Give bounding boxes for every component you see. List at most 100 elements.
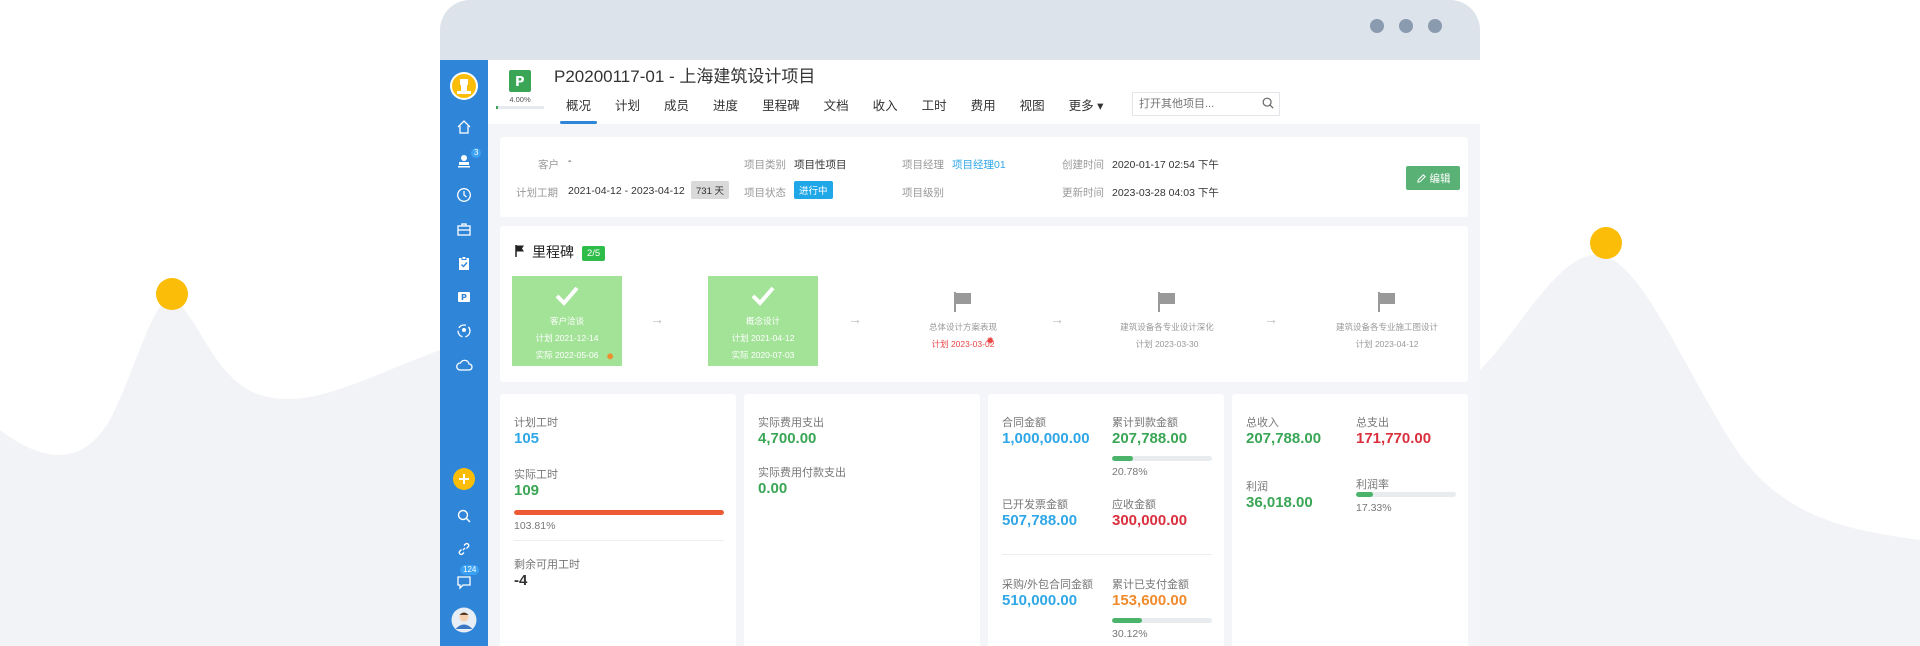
tasks-badge: 3 bbox=[471, 148, 482, 158]
sidebar-home[interactable] bbox=[440, 112, 488, 142]
milestone-item[interactable]: 建筑设备各专业设计深化 计划 2023-03-30 bbox=[1112, 276, 1222, 366]
logo-icon bbox=[450, 72, 478, 100]
purchase-label: 采购/外包合同金额 bbox=[1002, 579, 1094, 591]
contract-amount-label: 合同金额 bbox=[1002, 417, 1046, 429]
receivable-label: 应收金额 bbox=[1112, 499, 1156, 511]
decor-dot-right bbox=[1590, 227, 1622, 259]
updated-label: 更新时间 bbox=[1062, 187, 1104, 199]
edit-button[interactable]: 编辑 bbox=[1406, 166, 1460, 190]
team-cycle-icon bbox=[457, 324, 471, 338]
expense-total-label: 总支出 bbox=[1356, 417, 1389, 429]
messages-badge: 124 bbox=[460, 565, 480, 575]
milestone-item[interactable]: 建筑设备各专业施工图设计 计划 2023-04-12 bbox=[1332, 276, 1442, 366]
plan-period-label: 计划工期 bbox=[516, 187, 558, 199]
sidebar-team[interactable] bbox=[440, 316, 488, 346]
sidebar-cloud[interactable] bbox=[440, 350, 488, 380]
milestone-name: 概念设计 bbox=[745, 316, 780, 326]
milestone-plan: 计划 2023-04-12 bbox=[1355, 339, 1419, 349]
updated-value: 2023-03-28 04:03 下午 bbox=[1112, 187, 1219, 199]
customer-label: 客户 bbox=[538, 159, 559, 171]
home-icon bbox=[457, 120, 471, 134]
check-icon bbox=[555, 286, 579, 306]
tab-3[interactable]: 进度 bbox=[701, 94, 750, 124]
clipboard-check-icon bbox=[459, 256, 469, 270]
sidebar-links[interactable] bbox=[440, 534, 488, 564]
warning-bulb-icon: ✹ bbox=[986, 336, 995, 347]
sidebar-avatar[interactable] bbox=[440, 605, 488, 635]
expense-total-value: 171,770.00 bbox=[1356, 430, 1432, 447]
stamp-icon bbox=[458, 155, 470, 168]
margin-bar-fill bbox=[1356, 492, 1374, 497]
tab-6[interactable]: 收入 bbox=[861, 94, 910, 124]
tab-1[interactable]: 计划 bbox=[603, 94, 652, 124]
svg-text:P: P bbox=[515, 75, 525, 90]
paid-bar-fill bbox=[1112, 618, 1143, 623]
project-search-input[interactable] bbox=[1133, 93, 1251, 115]
tab-8[interactable]: 费用 bbox=[959, 94, 1008, 124]
project-progress-track bbox=[496, 106, 544, 109]
contract-amount-value: 1,000,000.00 bbox=[1002, 430, 1090, 447]
app-logo[interactable] bbox=[440, 68, 488, 104]
window-dot-3 bbox=[1428, 19, 1442, 33]
briefcase-icon bbox=[457, 223, 471, 236]
flag-grey-icon bbox=[1378, 292, 1395, 312]
sidebar-messages[interactable]: 124 bbox=[440, 565, 488, 597]
manager-label: 项目经理 bbox=[902, 159, 944, 171]
sidebar-add[interactable] bbox=[440, 464, 488, 494]
tab-0[interactable]: 概况 bbox=[554, 94, 603, 124]
sidebar-projects[interactable] bbox=[440, 214, 488, 244]
milestone-count-badge: 2/5 bbox=[582, 246, 606, 261]
paid-expense-value: 0.00 bbox=[758, 480, 788, 497]
margin-label: 利润率 bbox=[1356, 479, 1389, 491]
margin-bar bbox=[1356, 492, 1456, 497]
project-icon: P bbox=[509, 70, 531, 92]
flag-grey-icon bbox=[954, 292, 971, 312]
milestone-item[interactable]: 总体设计方案表现 计划 2023-03-02 bbox=[908, 276, 1018, 366]
search-icon bbox=[457, 509, 471, 523]
project-info-card: 客户 - 计划工期 2021-04-12 - 2023-04-12 731 天 … bbox=[500, 137, 1468, 217]
invoiced-label: 已开发票金额 bbox=[1002, 499, 1068, 511]
paid-bar bbox=[1112, 618, 1212, 623]
actual-hours-percent: 103.81% bbox=[514, 520, 556, 532]
actual-hours-value: 109 bbox=[514, 482, 540, 499]
flag-icon bbox=[515, 245, 524, 257]
sidebar-project-app[interactable]: P bbox=[440, 282, 488, 312]
remain-hours-label: 剩余可用工时 bbox=[514, 559, 580, 571]
paid-value: 153,600.00 bbox=[1112, 592, 1188, 609]
milestone-name: 总体设计方案表现 bbox=[928, 322, 997, 332]
milestone-count-wrap: 2/5 bbox=[582, 243, 606, 261]
plan-days-wrap: 731 天 bbox=[691, 181, 729, 199]
edit-icon bbox=[1416, 173, 1426, 183]
sidebar-search[interactable] bbox=[440, 501, 488, 531]
sidebar-approval[interactable] bbox=[440, 248, 488, 278]
created-label: 创建时间 bbox=[1062, 159, 1104, 171]
plus-icon bbox=[453, 468, 475, 490]
tab-7[interactable]: 工时 bbox=[910, 94, 959, 124]
tab-4[interactable]: 里程碑 bbox=[750, 94, 812, 124]
tab-9[interactable]: 视图 bbox=[1008, 94, 1057, 124]
manager-link[interactable]: 项目经理01 bbox=[952, 157, 1006, 172]
received-label: 累计到款金额 bbox=[1112, 417, 1178, 429]
milestone-name: 建筑设备各专业施工图设计 bbox=[1335, 322, 1438, 332]
type-label: 项目类别 bbox=[744, 159, 786, 171]
actual-hours-bar bbox=[514, 510, 724, 515]
status-label: 项目状态 bbox=[744, 187, 786, 199]
avatar bbox=[451, 607, 477, 633]
milestone-plan: 计划 2023-03-30 bbox=[1135, 339, 1199, 349]
status-wrap: 进行中 bbox=[794, 181, 833, 199]
milestone-plan: 计划 2023-03-02 bbox=[931, 339, 995, 349]
tab-5[interactable]: 文档 bbox=[812, 94, 861, 124]
link-icon bbox=[458, 542, 470, 556]
project-search[interactable] bbox=[1132, 92, 1280, 116]
search-icon[interactable] bbox=[1261, 96, 1275, 110]
sidebar-tasks[interactable]: 3 bbox=[440, 146, 488, 176]
cloud-icon bbox=[456, 359, 473, 371]
tab-10[interactable]: 更多 ▾ bbox=[1057, 94, 1116, 124]
milestone-name: 建筑设备各专业设计深化 bbox=[1120, 322, 1214, 332]
browser-window: 3 P 124 P 4.00% P20200117-01 - 上海建筑设计项目 … bbox=[440, 0, 1480, 646]
milestone-plan: 计划 2021-12-14 bbox=[535, 333, 599, 343]
milestone-arrow-icon: → bbox=[1264, 311, 1278, 327]
sidebar-timesheet[interactable] bbox=[440, 180, 488, 210]
tab-2[interactable]: 成员 bbox=[652, 94, 701, 124]
milestone-item[interactable]: 概念设计 计划 2021-04-12 实际 2020-07-03 bbox=[708, 276, 818, 366]
